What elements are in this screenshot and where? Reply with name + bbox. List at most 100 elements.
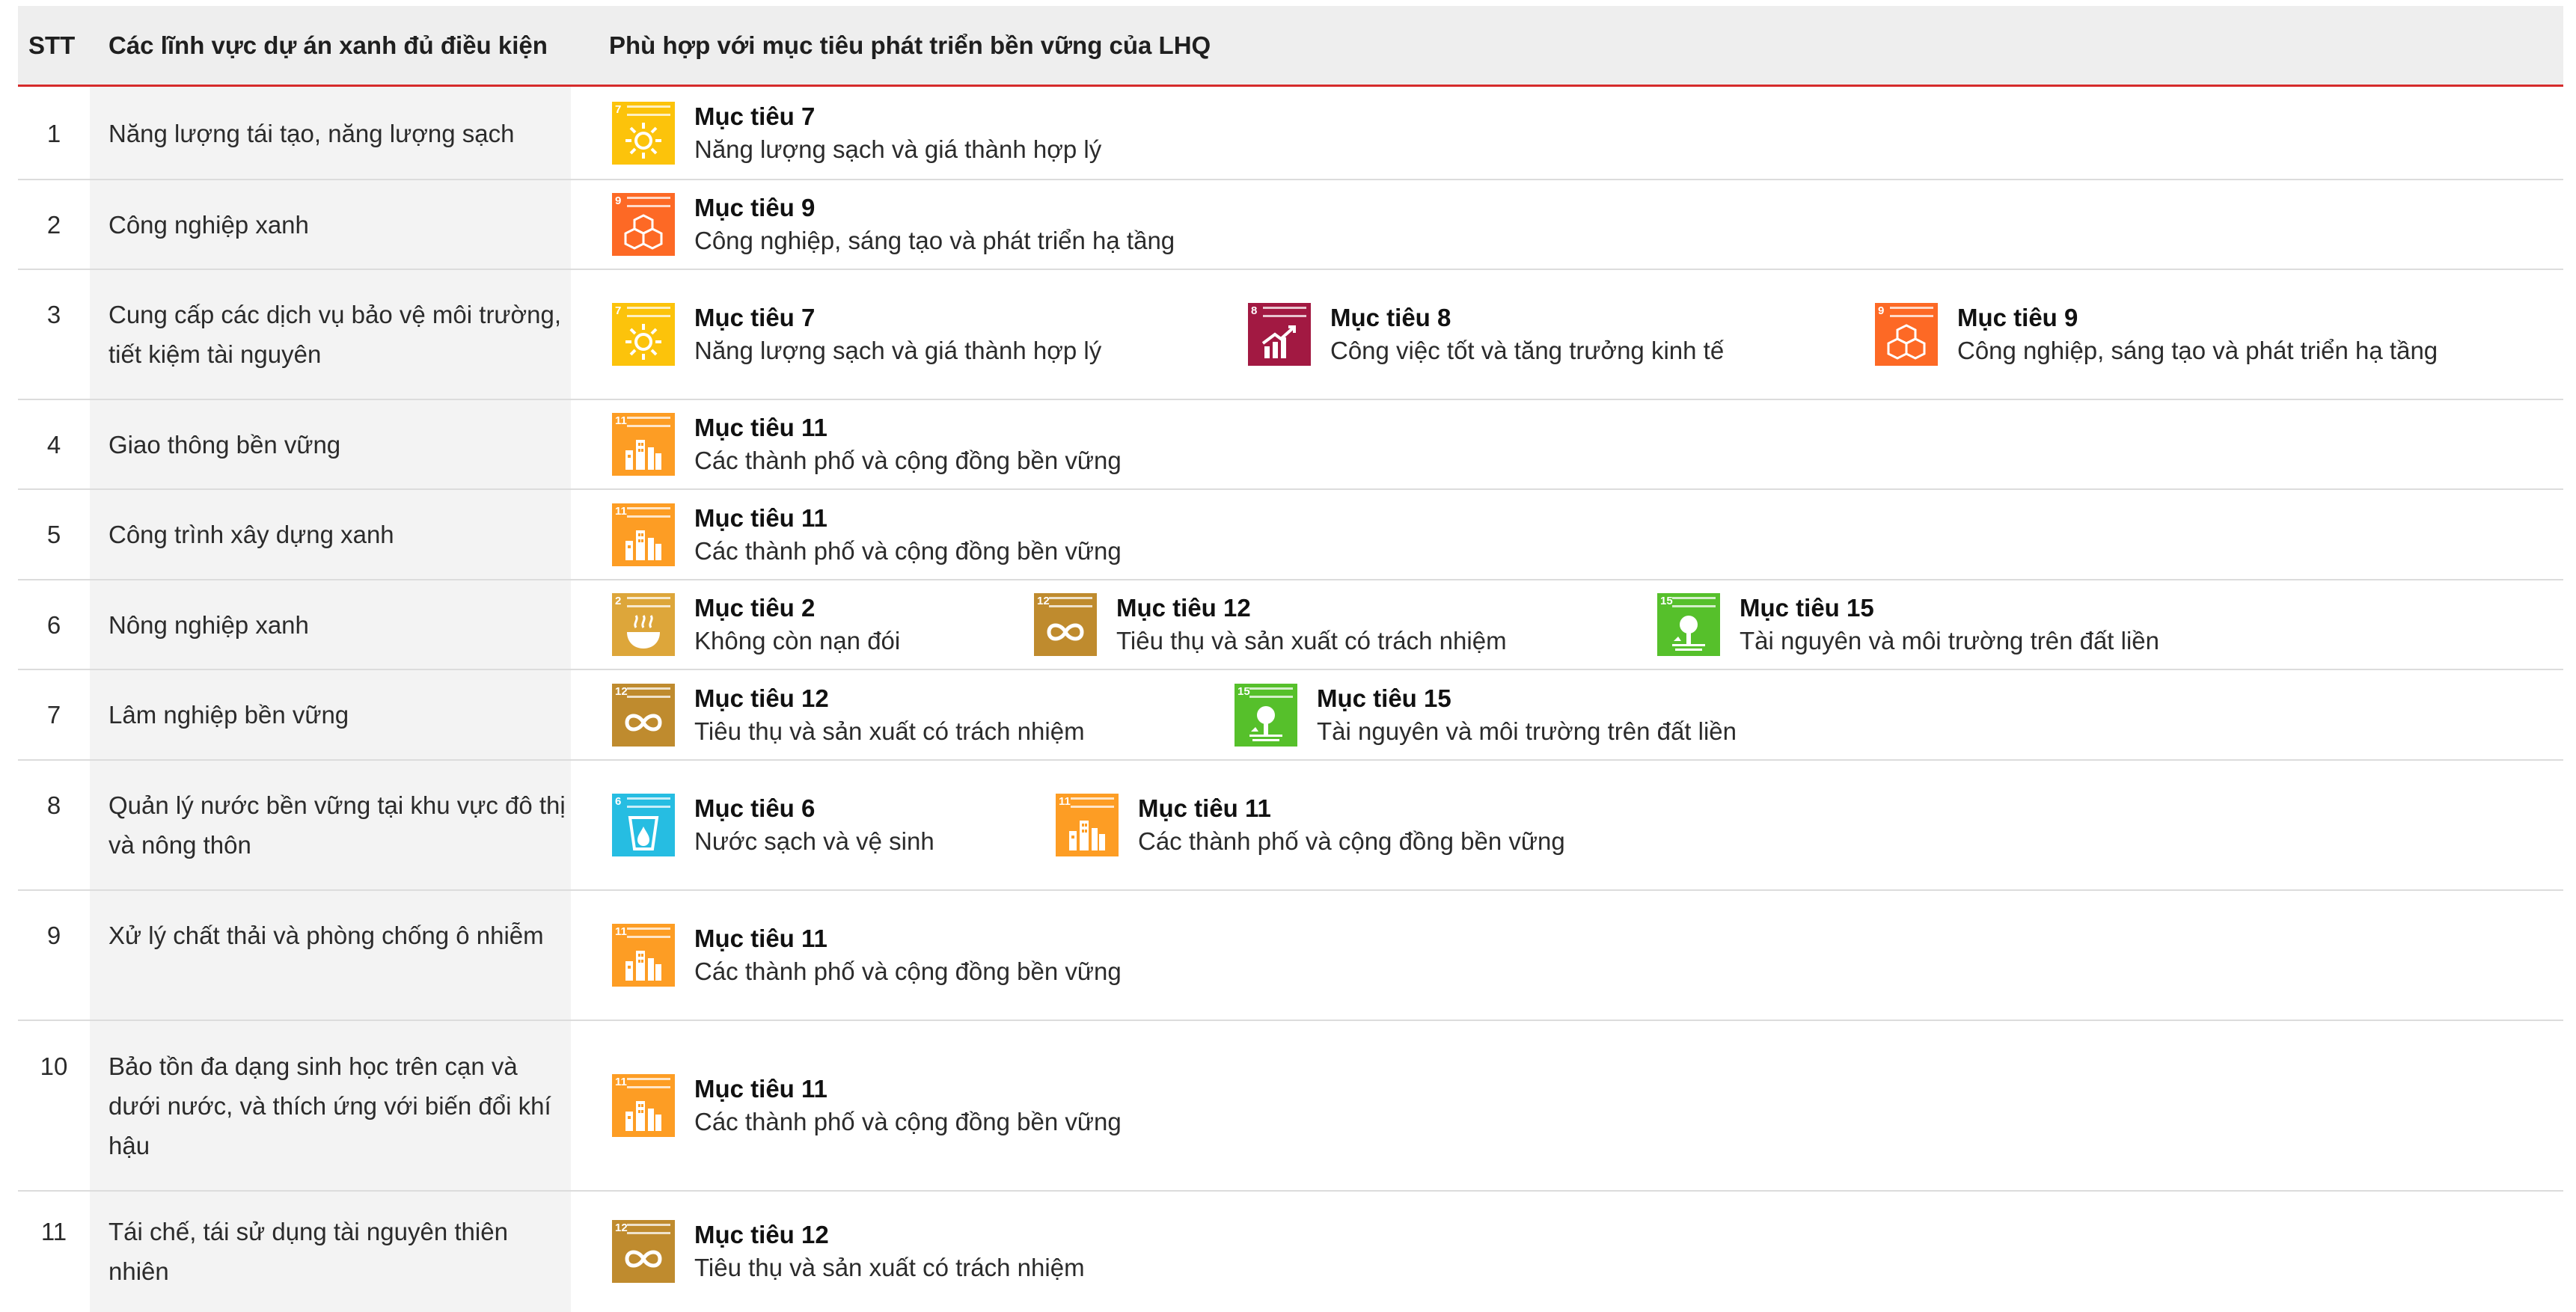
table-row: 11 Tái chế, tái sử dụng tài nguyên thiên …	[18, 1191, 2563, 1312]
sdg-goal-title: Mục tiêu 11	[694, 504, 827, 532]
sdg-goal-title: Mục tiêu 11	[694, 414, 827, 441]
sdg-goal: 12 Mục tiêu 12 Tiêu thụ và sản xuất có trá…	[1034, 592, 1507, 657]
sdg-goal: 6 Mục tiêu 6 Nước sạch và vệ sinh	[612, 792, 934, 858]
sdg-goal: 11 Mục tiêu 11 Các thành phố và cộng đồng …	[612, 922, 1122, 988]
sdg-goal: 15 Mục tiêu 15 Tài nguyên và môi trường tr…	[1657, 592, 2159, 657]
row-number: 11	[40, 1218, 67, 1245]
row-number: 4	[46, 431, 61, 459]
sdg-goal-description: Công nghiệp, sáng tạo và phát triển hạ t…	[1957, 337, 2438, 364]
sdg-8-chart-icon: 8	[1248, 303, 1311, 366]
sdg-goal-description: Tiêu thụ và sản xuất có trách nhiệm	[694, 1254, 1085, 1281]
sdg-15-tree-icon: 15	[1657, 593, 1720, 656]
sdg-goal: 7 Mục tiêu 7 Năng lượng sạch và giá thành …	[612, 301, 1101, 367]
sdg-goal: 11 Mục tiêu 11 Các thành phố và cộng đồng …	[1056, 792, 1565, 858]
sdg-12-infinity-icon: 12	[1034, 593, 1097, 656]
sdg-goal: 11 Mục tiêu 11 Các thành phố và cộng đồng …	[612, 1073, 1122, 1138]
sdg-goal-description: Năng lượng sạch và giá thành hợp lý	[694, 337, 1102, 364]
row-number: 10	[40, 1052, 68, 1080]
sdg-goal-title: Mục tiêu 2	[694, 594, 816, 622]
sdg-goal-title: Mục tiêu 7	[694, 102, 816, 130]
header-stt: STT	[28, 31, 76, 59]
sdg-goal: 9 Mục tiêu 9 Công nghiệp, sáng tạo và phát…	[1875, 301, 2438, 367]
sdg-goal-description: Các thành phố và cộng đồng bền vững	[694, 957, 1122, 985]
sdg-15-tree-icon: 15	[1235, 684, 1297, 747]
table-row: 6 Nông nghiệp xanh 2 Mục tiêu 2 Không còn nạ…	[18, 580, 2563, 669]
row-number: 6	[46, 611, 61, 639]
table-row: 5 Công trình xây dựng xanh 11 Mục tiêu 11 Cá…	[18, 489, 2563, 580]
field-name: Lâm nghiệp bền vững	[108, 701, 349, 729]
sdg-goal-title: Mục tiêu 12	[694, 1221, 829, 1248]
row-number: 9	[46, 922, 61, 949]
sdg-7-sun-icon: 7	[612, 303, 675, 366]
table-row: 3 Cung cấp các dịch vụ bảo vệ môi trường,…	[18, 269, 2563, 399]
sdg-goal-title: Mục tiêu 15	[1740, 594, 1874, 622]
sdg-goal-description: Các thành phố và cộng đồng bền vững	[694, 537, 1122, 565]
sdg-goal-title: Mục tiêu 9	[1957, 304, 2078, 331]
field-name: Xử lý chất thải và phòng chống ô nhiễm	[108, 922, 544, 949]
row-number: 7	[46, 701, 61, 729]
field-name: Bảo tồn đa dạng sinh học trên cạn và dướ…	[108, 1052, 551, 1159]
sdg-goal: 15 Mục tiêu 15 Tài nguyên và môi trường tr…	[1235, 682, 1737, 748]
sdg-goal-description: Các thành phố và cộng đồng bền vững	[694, 447, 1122, 474]
sdg-goal-description: Năng lượng sạch và giá thành hợp lý	[694, 135, 1102, 163]
sdg-goal-description: Các thành phố và cộng đồng bền vững	[1138, 827, 1565, 855]
sdg-goal-title: Mục tiêu 11	[694, 1075, 827, 1103]
table-row: 2 Công nghiệp xanh 9 Mục tiêu 9 Công nghiệp,…	[18, 180, 2563, 269]
field-name: Quản lý nước bền vững tại khu vực đô thị…	[108, 791, 566, 859]
sdg-goal-title: Mục tiêu 11	[1138, 794, 1271, 822]
row-number: 3	[46, 301, 61, 328]
sdg-goal: 8 Mục tiêu 8 Công việc tốt và tăng trưởng …	[1248, 301, 1724, 367]
table-row: 7 Lâm nghiệp bền vững 12 Mục tiêu 12 Tiêu th…	[18, 669, 2563, 760]
sdg-12-infinity-icon: 12	[612, 684, 675, 747]
sdg-goal-title: Mục tiêu 12	[694, 684, 829, 712]
sdg-11-city-icon: 11	[612, 924, 675, 987]
sdg-goal-description: Các thành phố và cộng đồng bền vững	[694, 1108, 1122, 1135]
row-number: 5	[46, 521, 61, 548]
row-number: 8	[46, 791, 61, 819]
sdg-goal-title: Mục tiêu 11	[694, 925, 827, 952]
header-sdg: Phù hợp với mục tiêu phát triển bền vững…	[609, 31, 1211, 59]
sdg-9-cubes-icon: 9	[1875, 303, 1938, 366]
sdg-goal-description: Công việc tốt và tăng trưởng kinh tế	[1330, 337, 1725, 364]
field-name: Năng lượng tái tạo, năng lượng sạch	[108, 120, 515, 147]
field-name: Nông nghiệp xanh	[108, 611, 309, 639]
sdg-goal-description: Nước sạch và vệ sinh	[694, 827, 934, 855]
sdg-goal-title: Mục tiêu 9	[694, 194, 816, 221]
sdg-goal-description: Công nghiệp, sáng tạo và phát triển hạ t…	[694, 227, 1175, 254]
sdg-11-city-icon: 11	[1056, 794, 1119, 856]
sdg-11-city-icon: 11	[612, 1074, 675, 1137]
sdg-goal-title: Mục tiêu 7	[694, 304, 816, 331]
header-field: Các lĩnh vực dự án xanh đủ điều kiện	[108, 31, 548, 59]
sdg-goal-title: Mục tiêu 15	[1317, 684, 1451, 712]
sdg-goal-title: Mục tiêu 6	[694, 794, 816, 822]
sdg-11-city-icon: 11	[612, 413, 675, 476]
sdg-2-bowl-icon: 2	[612, 593, 675, 656]
table-row: 8 Quản lý nước bền vững tại khu vực đô th…	[18, 760, 2563, 890]
sdg-goal-description: Tài nguyên và môi trường trên đất liền	[1317, 717, 1737, 745]
table-header: STT Các lĩnh vực dự án xanh đủ điều kiện…	[18, 6, 2563, 87]
field-name: Cung cấp các dịch vụ bảo vệ môi trường, …	[108, 301, 562, 368]
sdg-table: STT Các lĩnh vực dự án xanh đủ điều kiện…	[0, 0, 2576, 1312]
sdg-goal: 7 Mục tiêu 7 Năng lượng sạch và giá thành …	[612, 100, 1101, 166]
row-number: 1	[46, 120, 61, 147]
sdg-12-infinity-icon: 12	[612, 1220, 675, 1283]
sdg-9-cubes-icon: 9	[612, 193, 675, 256]
table-row: 9 Xử lý chất thải và phòng chống ô nhiễm 1…	[18, 890, 2563, 1020]
sdg-goal-description: Tài nguyên và môi trường trên đất liền	[1740, 627, 2160, 655]
row-number: 2	[46, 211, 61, 239]
sdg-goal: 12 Mục tiêu 12 Tiêu thụ và sản xuất có trá…	[612, 1218, 1085, 1284]
sdg-goal-description: Không còn nạn đói	[694, 627, 901, 655]
sdg-goal-title: Mục tiêu 8	[1330, 304, 1451, 331]
sdg-7-sun-icon: 7	[612, 102, 675, 165]
field-name: Công nghiệp xanh	[108, 211, 309, 239]
table-row: 1 Năng lượng tái tạo, năng lượng sạch 7 Mục…	[18, 87, 2563, 180]
field-name: Giao thông bền vững	[108, 431, 341, 459]
sdg-6-water-icon: 6	[612, 794, 675, 856]
table-row: 4 Giao thông bền vững 11 Mục tiêu 11 Các thà…	[18, 399, 2563, 489]
sdg-goal: 12 Mục tiêu 12 Tiêu thụ và sản xuất có trá…	[612, 682, 1085, 748]
sdg-goal: 2 Mục tiêu 2 Không còn nạn đói	[612, 592, 900, 657]
sdg-goal: 9 Mục tiêu 9 Công nghiệp, sáng tạo và phát…	[612, 191, 1175, 257]
sdg-goal-title: Mục tiêu 12	[1116, 594, 1251, 622]
sdg-11-city-icon: 11	[612, 503, 675, 566]
field-name: Tái chế, tái sử dụng tài nguyên thiên nh…	[108, 1218, 508, 1285]
